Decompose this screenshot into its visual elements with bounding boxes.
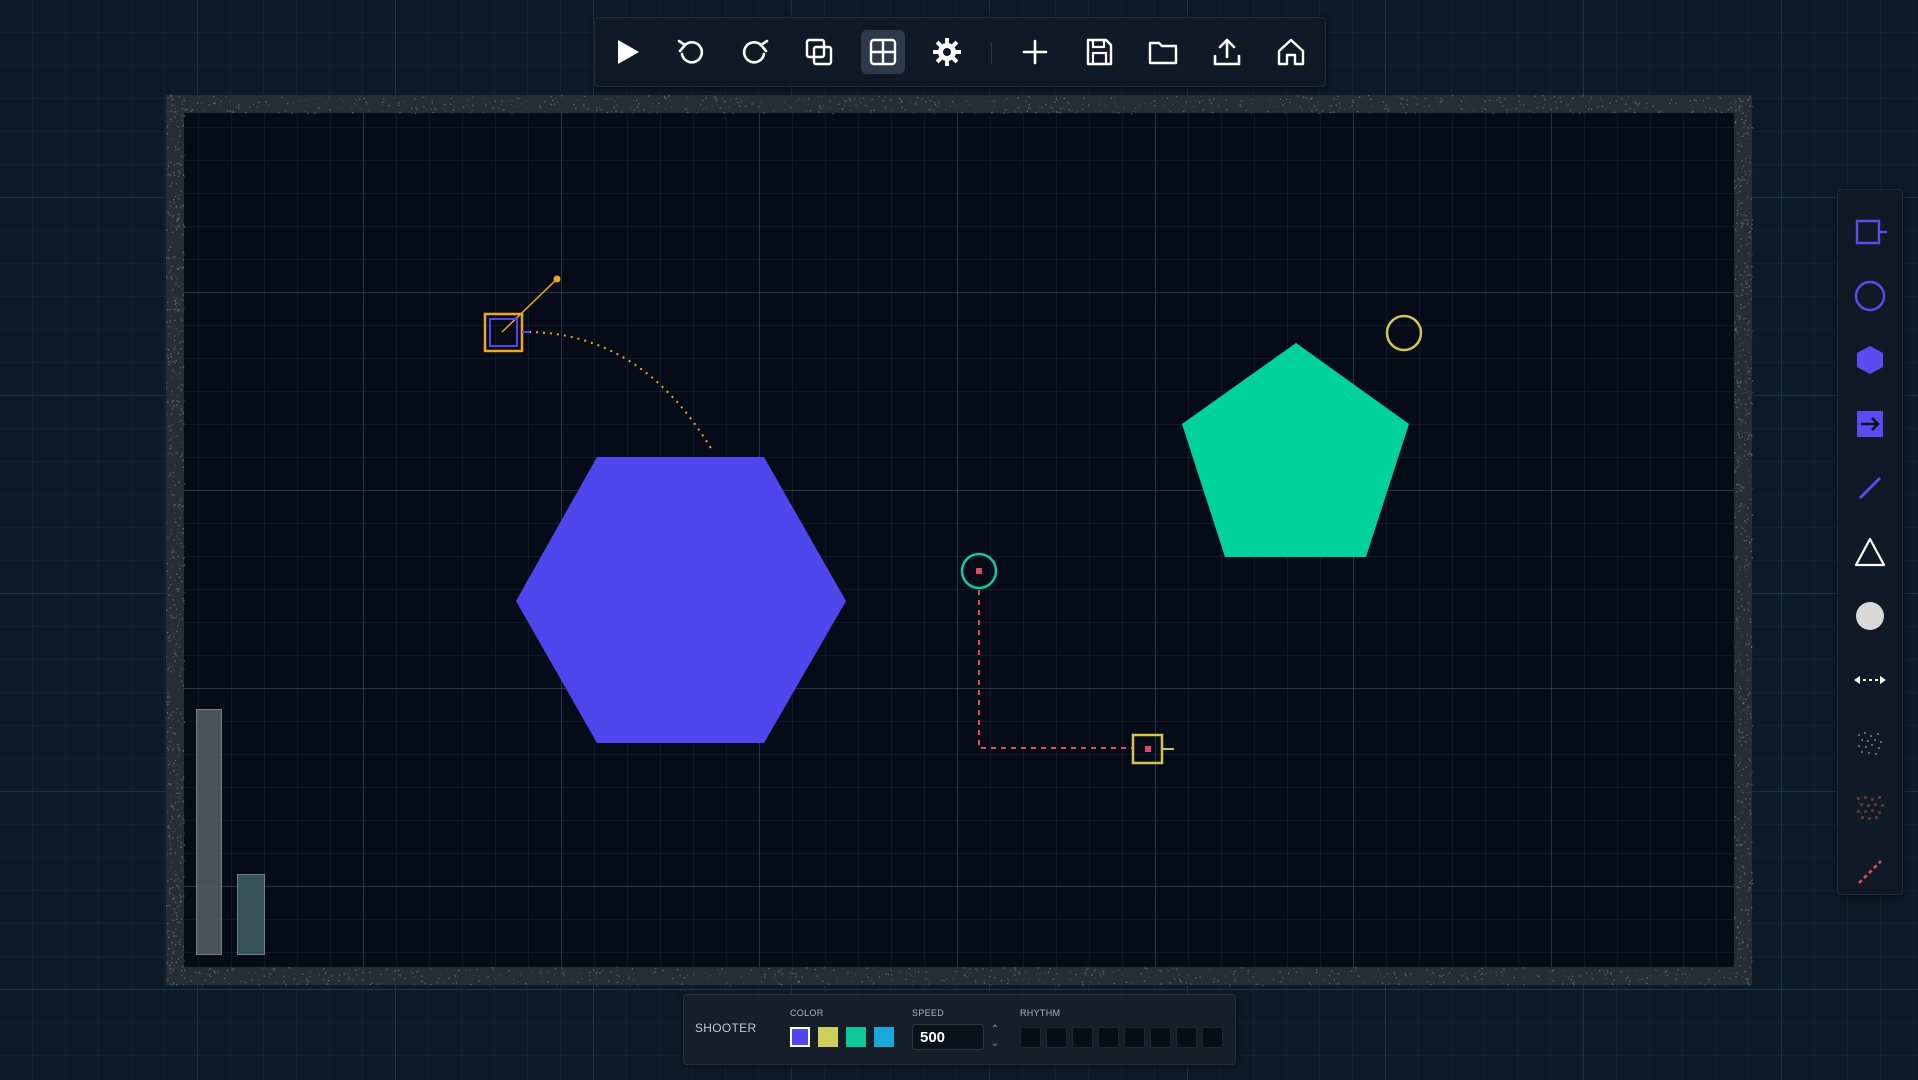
pentagon-obstacle[interactable] xyxy=(1182,343,1409,557)
rhythm-step[interactable] xyxy=(1020,1027,1041,1048)
tool-circle[interactable] xyxy=(1850,276,1890,316)
color-swatch-green[interactable] xyxy=(846,1027,866,1047)
panel-title: SHOOTER xyxy=(695,1021,757,1035)
color-swatch-blue[interactable] xyxy=(874,1027,894,1047)
rhythm-step[interactable] xyxy=(1072,1027,1093,1048)
tool-triangle[interactable] xyxy=(1850,532,1890,572)
red-noise-icon xyxy=(1857,796,1884,820)
progress-meter-bar xyxy=(237,874,265,955)
laser-icon xyxy=(1858,860,1882,884)
line-icon xyxy=(1858,476,1882,500)
properties-panel: SHOOTER COLOR SPEED 500 ⌃ ⌄ RHYTHM xyxy=(683,994,1236,1065)
portal-icon xyxy=(1854,676,1886,684)
shooter-trajectory xyxy=(521,330,713,451)
speed-decrement[interactable]: ⌄ xyxy=(989,1038,1001,1049)
tool-palette xyxy=(1837,189,1903,895)
rhythm-step[interactable] xyxy=(1202,1027,1223,1048)
rhythm-step[interactable] xyxy=(1124,1027,1145,1048)
tool-laser[interactable] xyxy=(1850,852,1890,892)
rhythm-step[interactable] xyxy=(1098,1027,1119,1048)
tool-line[interactable] xyxy=(1850,468,1890,508)
rhythm-label: RHYTHM xyxy=(1020,1008,1061,1018)
color-swatch-violet[interactable] xyxy=(790,1027,810,1047)
shooter-object[interactable] xyxy=(489,318,518,347)
noise-icon xyxy=(1858,732,1882,755)
arrow-block-icon xyxy=(1857,411,1883,437)
speed-input[interactable]: 500 xyxy=(912,1024,984,1050)
tool-hexagon[interactable] xyxy=(1850,340,1890,380)
hexagon-icon xyxy=(1857,346,1883,374)
emitter-core xyxy=(976,568,982,574)
rhythm-step[interactable] xyxy=(1046,1027,1067,1048)
border-noise xyxy=(166,95,1754,987)
receiver-core xyxy=(1145,746,1151,752)
target-circle[interactable] xyxy=(1385,314,1423,352)
circle-icon xyxy=(1854,280,1886,312)
speed-increment[interactable]: ⌃ xyxy=(989,1024,1001,1035)
color-swatch-yellow[interactable] xyxy=(818,1027,838,1047)
aim-handle[interactable] xyxy=(553,275,561,283)
tool-noise[interactable] xyxy=(1850,724,1890,764)
ball-icon xyxy=(1856,602,1884,630)
tool-ball[interactable] xyxy=(1850,596,1890,636)
laser-path xyxy=(978,590,1132,749)
tool-shooter[interactable] xyxy=(1850,212,1890,252)
tool-red-noise[interactable] xyxy=(1850,788,1890,828)
hexagon-obstacle[interactable] xyxy=(516,457,846,743)
shooter-icon xyxy=(1855,219,1887,245)
rhythm-step[interactable] xyxy=(1176,1027,1197,1048)
shooter-aim-line xyxy=(501,279,557,333)
tool-portal[interactable] xyxy=(1850,660,1890,700)
triangle-icon xyxy=(1854,537,1886,567)
level-meter-bar xyxy=(196,709,222,955)
speed-label: SPEED xyxy=(912,1008,945,1018)
color-label: COLOR xyxy=(790,1008,824,1018)
tool-arrow-block[interactable] xyxy=(1850,404,1890,444)
rhythm-step[interactable] xyxy=(1150,1027,1171,1048)
canvas-objects xyxy=(166,95,1754,987)
